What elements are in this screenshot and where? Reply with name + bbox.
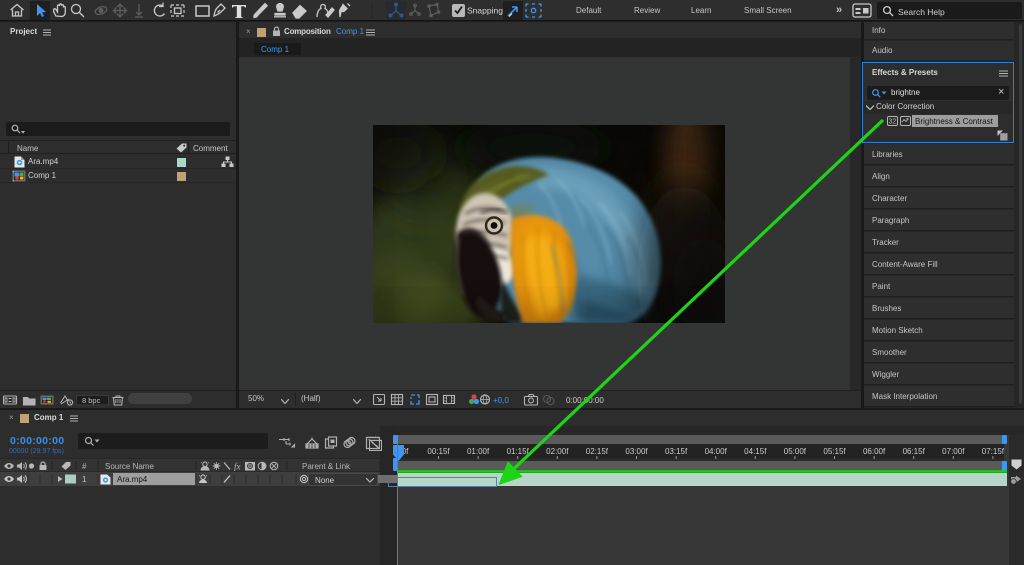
svg-text:+0,0: +0,0 (493, 396, 509, 405)
svg-text:#: # (82, 462, 87, 471)
svg-text:05:15f: 05:15f (823, 447, 846, 456)
svg-text:06:00f: 06:00f (863, 447, 886, 456)
svg-text:04:15f: 04:15f (744, 447, 767, 456)
svg-text:07:15f: 07:15f (982, 447, 1005, 456)
svg-text:32: 32 (889, 119, 897, 126)
svg-text:02:00f: 02:00f (546, 447, 569, 456)
svg-text:fx: fx (234, 462, 241, 472)
svg-text:Source Name: Source Name (105, 462, 154, 471)
svg-text:01:00f: 01:00f (467, 447, 490, 456)
svg-text:03:15f: 03:15f (665, 447, 688, 456)
svg-text:07:00f: 07:00f (942, 447, 965, 456)
svg-text:Snapping: Snapping (467, 6, 503, 16)
svg-text:06:15f: 06:15f (903, 447, 926, 456)
svg-text:04:00f: 04:00f (705, 447, 728, 456)
svg-text:01:15f: 01:15f (507, 447, 530, 456)
svg-text:8 bpc: 8 bpc (82, 396, 101, 405)
svg-text:0:00:00:00: 0:00:00:00 (566, 396, 604, 405)
svg-text:05:00f: 05:00f (784, 447, 807, 456)
svg-text:03:00f: 03:00f (625, 447, 648, 456)
svg-text:00:15f: 00:15f (427, 447, 450, 456)
svg-text:1: 1 (82, 475, 87, 484)
svg-text:02:15f: 02:15f (586, 447, 609, 456)
svg-text:Parent & Link: Parent & Link (302, 462, 351, 471)
